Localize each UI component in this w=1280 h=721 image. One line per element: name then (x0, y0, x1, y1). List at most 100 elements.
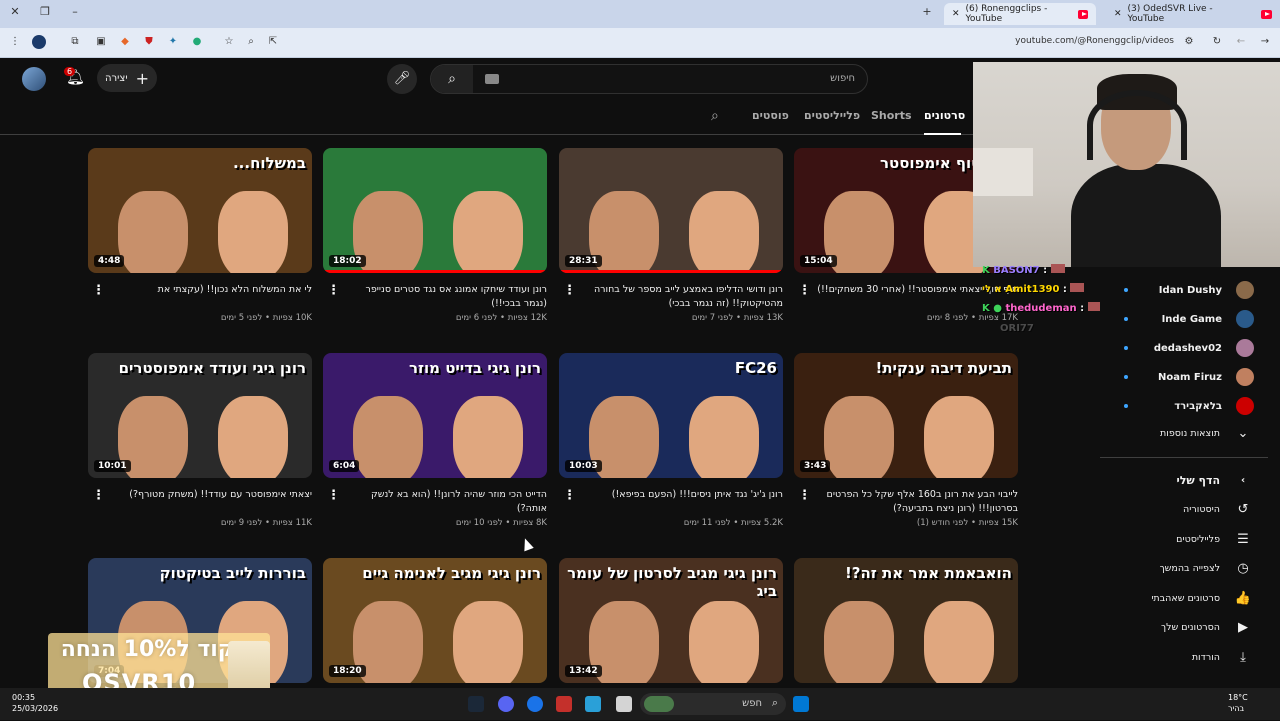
subscription-item[interactable]: Inde Game (1162, 309, 1254, 329)
extension-orange-icon[interactable]: ◆ (118, 35, 132, 49)
video-thumbnail[interactable]: רונן גיגי בדייט מוזר 6:04 (323, 353, 547, 478)
you-section-header[interactable]: הדף שלי ‹ (1176, 474, 1252, 487)
tab-shorts[interactable]: Shorts (871, 109, 912, 122)
keyboard-icon[interactable] (485, 74, 499, 84)
more-options-icon[interactable]: ⋮ (563, 488, 576, 503)
subscription-item[interactable]: בלאקבירד (1174, 396, 1254, 416)
discord-icon[interactable] (498, 696, 514, 712)
site-settings-icon[interactable]: ⚙ (1182, 35, 1196, 49)
weather-widget[interactable]: 18°C בהיר (1228, 692, 1248, 714)
video-title[interactable]: רונן ג'יג' נגד איתן ניסים!!! (הפעם בפיפא… (559, 488, 783, 516)
video-thumbnail[interactable]: רונן גיגי ועודד אימפוסטרים 10:01 (88, 353, 312, 478)
zoom-icon[interactable]: ⌕ (244, 35, 258, 49)
headset-icon (1087, 90, 1187, 160)
sidebar-item[interactable]: היסטוריה ↺ (1183, 502, 1252, 517)
share-icon[interactable]: ⇱ (266, 35, 280, 49)
extensions-icon[interactable]: ⧉ (68, 35, 82, 49)
forward-icon[interactable]: ← (1234, 35, 1248, 49)
more-options-icon[interactable]: ⋮ (92, 488, 105, 503)
url-text[interactable]: youtube.com/@Ronenggclip/videos (1015, 36, 1174, 46)
video-title[interactable]: לייבוי הבע את רונן ב160 אלף שקל כל הפרטי… (794, 488, 1018, 516)
subscription-name: dedashev02 (1153, 342, 1222, 354)
steam-icon[interactable] (468, 696, 484, 712)
restore-window-icon[interactable]: ❐ (36, 5, 54, 18)
promo-line-1: קוד ל10% הנחה (60, 637, 234, 662)
video-title[interactable]: רונן ועודד שיחקו אמונג אס נגד סטרים סניי… (323, 283, 547, 311)
search-input[interactable]: ⌕ חיפוש (430, 64, 868, 94)
video-thumbnail[interactable]: FC26 10:03 (559, 353, 783, 478)
create-button[interactable]: יצירה + (97, 64, 157, 92)
video-title[interactable]: הדייט הכי מוזר שהיה לרונן!! (הוא בא לנשק… (323, 488, 547, 516)
extension-shield-icon[interactable]: ⛊ (142, 35, 156, 49)
back-icon[interactable]: → (1258, 35, 1272, 49)
subscription-item[interactable]: Idan Dushy (1159, 280, 1254, 300)
sidebar-item[interactable]: סרטונים שאהבתי 👍 (1151, 591, 1252, 606)
video-meta: 12K צפיות • לפני 6 ימים (455, 313, 547, 323)
video-title[interactable]: לי את המשלוח הלא נכון!! (עקצתי את (88, 283, 312, 311)
chrome-icon[interactable] (527, 696, 543, 712)
subscription-item[interactable]: Noam Firuz (1158, 367, 1254, 387)
channel-search-icon[interactable]: ⌕ (711, 108, 719, 124)
tab-title: (3) OdedSVR Live - YouTube (1127, 4, 1213, 24)
close-tab-icon[interactable]: ✕ (1114, 9, 1122, 19)
tab-odedsvr[interactable]: ✕ (3) OdedSVR Live - YouTube (1106, 3, 1280, 25)
video-title[interactable]: רונן ודושי הדליפו באמצע לייב מספר של בחו… (559, 283, 783, 311)
video-thumbnail[interactable]: במשלוח... 4:48 (88, 148, 312, 273)
app-red-icon[interactable] (556, 696, 572, 712)
voice-search-icon[interactable]: 🎤︎ (387, 64, 417, 94)
video-thumbnail[interactable]: 28:31 (559, 148, 783, 273)
video-thumbnail[interactable]: רונן גיגי מגיב לסרטון של עומר ביג 13:42 (559, 558, 783, 683)
close-tab-icon[interactable]: ✕ (952, 9, 960, 19)
search-icon[interactable]: ⌕ (431, 65, 473, 93)
video-card[interactable]: 18:02 ⋮ רונן ועודד שיחקו אמונג אס נגד סט… (323, 148, 547, 323)
sidebar-item[interactable]: פלייליסטים ☰ (1176, 532, 1252, 547)
sidebar-item[interactable]: הורדות ⤓ (1192, 650, 1252, 665)
tab-ronenggclips[interactable]: ✕ (6) Ronenggclips - YouTube (944, 3, 1096, 25)
minimize-window-icon[interactable]: – (66, 5, 84, 18)
video-duration: 10:03 (565, 460, 602, 472)
more-options-icon[interactable]: ⋮ (563, 283, 576, 298)
video-card[interactable]: רונן גיגי ועודד אימפוסטרים 10:01 ⋮ יצאתי… (88, 353, 312, 528)
video-thumbnail[interactable]: 18:02 (323, 148, 547, 273)
more-options-icon[interactable]: ⋮ (798, 283, 811, 298)
video-card[interactable]: במשלוח... 4:48 ⋮ לי את המשלוח הלא נכון!!… (88, 148, 312, 323)
bookmark-star-icon[interactable]: ☆ (222, 35, 236, 49)
menu-icon[interactable]: ⋮ (8, 35, 22, 49)
tab-videos[interactable]: סרטונים (924, 109, 965, 122)
windows-start-icon[interactable] (793, 696, 809, 712)
video-card[interactable]: 28:31 ⋮ רונן ודושי הדליפו באמצע לייב מספ… (559, 148, 783, 323)
video-thumbnail[interactable]: הואבאמת אמר את זה?! (794, 558, 1018, 683)
extension-green-icon[interactable]: ● (190, 35, 204, 49)
new-tab-icon[interactable]: + (918, 5, 936, 18)
video-duration: 4:48 (94, 255, 125, 267)
show-more-button[interactable]: תוצאות נוספות ⌄ (1160, 426, 1252, 441)
video-thumbnail[interactable]: תביעת דיבה ענקית! 3:43 (794, 353, 1018, 478)
more-options-icon[interactable]: ⋮ (92, 283, 105, 298)
more-options-icon[interactable]: ⋮ (798, 488, 811, 503)
sidebar-item[interactable]: לצפייה בהמשך ◷ (1160, 561, 1252, 576)
avatar[interactable] (22, 67, 46, 91)
tab-posts[interactable]: פוסטים (752, 109, 789, 122)
extension-blue-icon[interactable]: ✦ (166, 35, 180, 49)
video-thumbnail[interactable]: רונן גיגי מגיב לאנימה גיים 18:20 (323, 558, 547, 683)
video-card[interactable]: תביעת דיבה ענקית! 3:43 ⋮ לייבוי הבע את ר… (794, 353, 1018, 528)
app-blue-icon[interactable] (585, 696, 601, 712)
tab-playlists[interactable]: פלייליסטים (804, 109, 860, 122)
file-explorer-icon[interactable] (616, 696, 632, 712)
video-card[interactable]: רונן גיגי בדייט מוזר 6:04 ⋮ הדייט הכי מו… (323, 353, 547, 528)
tab-search-icon[interactable]: ▣ (94, 35, 108, 49)
taskbar-clock[interactable]: 00:35 25/03/2026 (12, 692, 58, 714)
more-options-icon[interactable]: ⋮ (327, 283, 340, 298)
video-meta: 8K צפיות • לפני 10 ימים (455, 518, 547, 528)
subscription-item[interactable]: dedashev02 (1154, 338, 1254, 358)
reload-icon[interactable]: ↻ (1210, 35, 1224, 49)
profile-icon[interactable] (32, 35, 46, 49)
more-options-icon[interactable]: ⋮ (327, 488, 340, 503)
sidebar-item[interactable]: הסרטונים שלך ▶ (1161, 620, 1252, 635)
video-title[interactable]: יצאתי אימפוסטר עם עודד!! (משחק מטורף?) (88, 488, 312, 516)
video-card[interactable]: FC26 10:03 ⋮ רונן ג'יג' נגד איתן ניסים!!… (559, 353, 783, 528)
close-window-icon[interactable]: ✕ (6, 5, 24, 18)
address-bar[interactable]: ⋮ ⧉ ▣ ◆ ⛊ ✦ ● ☆ ⌕ ⇱ youtube.com/@Ronengg… (0, 28, 1280, 58)
chat-message: K ● thedudeman : (982, 302, 1102, 314)
taskbar-search[interactable]: חפש ⌕ (640, 693, 786, 715)
